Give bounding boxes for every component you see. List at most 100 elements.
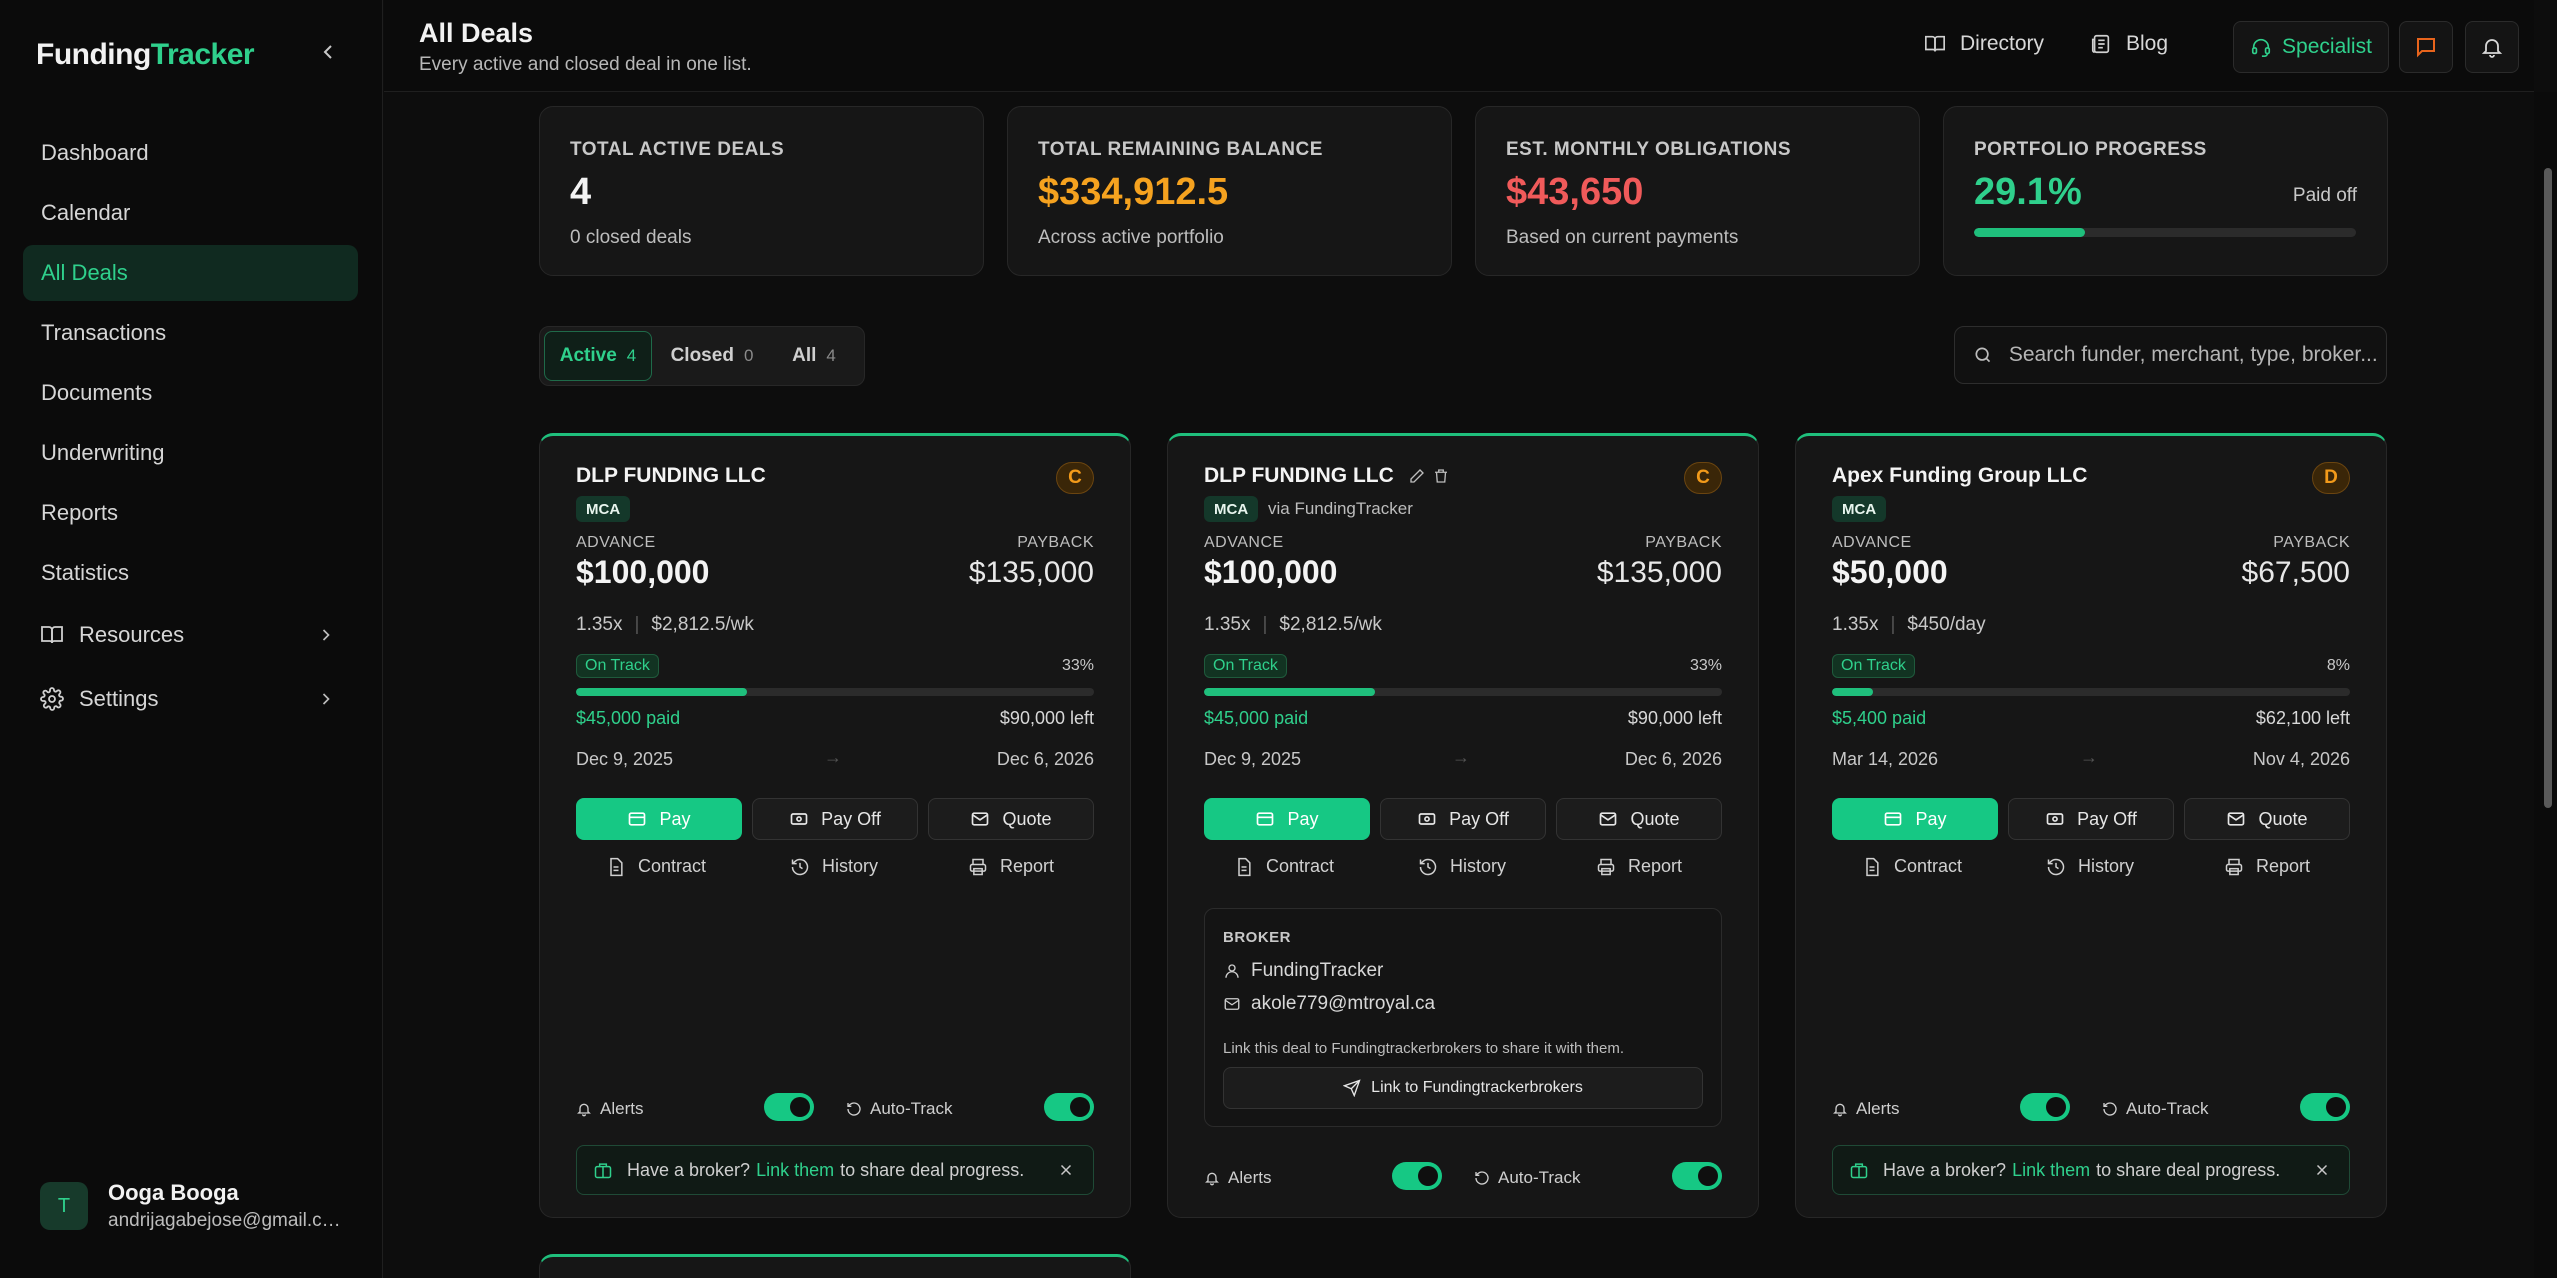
specialist-button[interactable]: Specialist [2233,21,2389,73]
history-link[interactable]: History [790,856,878,877]
progress-percent: 33% [1689,657,1722,674]
logo[interactable]: FundingTracker [36,38,255,72]
autotrack-toggle[interactable] [2300,1093,2350,1121]
pay-off-button[interactable]: Pay Off [2008,798,2174,840]
sidebar-item-label: All Deals [41,260,128,285]
quote-button[interactable]: Quote [2184,798,2350,840]
bell-icon [2481,39,2503,58]
report-link[interactable]: Report [968,856,1054,877]
divider: | [1262,614,1268,635]
tab-all[interactable]: All 4 [772,331,856,381]
sidebar-item-reports[interactable]: Reports [23,485,358,541]
tab-label: All [792,345,817,366]
portfolio-progress-bar [1974,228,2356,237]
deal-card[interactable]: DLP FUNDING LLC C MCA ADVANCE PAYBACK $1… [539,433,1131,1218]
contract-link[interactable]: Contract [1862,856,1962,877]
sidebar-item-dashboard[interactable]: Dashboard [23,125,358,181]
tab-count: 0 [743,346,754,365]
stat-value: $334,912.5 [1038,171,1229,213]
sidebar-item-documents[interactable]: Documents [23,365,358,421]
payment-amount: $2,812.5/wk [651,614,754,635]
broker-name-text: FundingTracker [1251,960,1384,981]
broker-tip-banner: Have a broker? Link them to share deal pro… [1832,1145,2350,1195]
link-broker-button[interactable]: Link to Fundingtrackerbrokers [1223,1067,1703,1109]
portfolio-progress-fill [1974,228,2086,237]
link-them-link[interactable]: Link them [756,1160,834,1181]
funder-name: Apex Funding Group LLC [1832,464,2087,488]
deal-progress-fill [1832,688,1874,696]
notifications-button[interactable] [2465,21,2519,73]
sidebar-item-transactions[interactable]: Transactions [23,305,358,361]
pay-button[interactable]: Pay [1204,798,1370,840]
broker-panel: BROKER FundingTracker akole779@mtroyal.c… [1204,908,1722,1127]
sidebar-item-settings[interactable]: Settings [23,669,358,729]
trash-icon[interactable] [1432,467,1450,485]
sidebar-item-label: Statistics [41,560,130,585]
paid-off-label: Paid off [2292,185,2357,206]
history-label: History [2078,856,2135,876]
tab-active[interactable]: Active 4 [544,331,652,381]
advance-label: ADVANCE [1204,534,1284,551]
report-link[interactable]: Report [2224,856,2310,877]
arrow-right-icon: → [2080,747,2098,767]
deal-terms: 1.35x | $2,812.5/wk [576,614,754,636]
search-box[interactable] [1954,326,2387,384]
pay-button[interactable]: Pay [1832,798,1998,840]
factor-rate: 1.35x [1204,614,1251,635]
scrollbar-thumb[interactable] [2544,168,2552,808]
autotrack-toggle[interactable] [1044,1093,1094,1121]
deal-progress-bar [576,688,1094,696]
chat-button[interactable] [2399,21,2453,73]
autotrack-toggle[interactable] [1672,1162,1722,1190]
deal-progress-bar [1204,688,1722,696]
pay-label: Pay [1915,808,1947,829]
link-them-link[interactable]: Link them [2012,1160,2090,1181]
alerts-toggle[interactable] [764,1093,814,1121]
directory-link[interactable]: Directory [1924,32,2044,56]
user-email: andrijagabejose@gmail.com [108,1210,348,1231]
sidebar-item-statistics[interactable]: Statistics [23,545,358,601]
alerts-toggle[interactable] [2020,1093,2070,1121]
report-link[interactable]: Report [1596,856,1682,877]
sidebar-item-underwriting[interactable]: Underwriting [23,425,358,481]
contract-link[interactable]: Contract [1234,856,1334,877]
pencil-icon[interactable] [1408,467,1426,485]
deal-card[interactable] [539,1254,1131,1278]
broker-tip-post: to share deal progress. [2096,1159,2281,1180]
history-link[interactable]: History [2046,856,2134,877]
briefcase-icon [1850,1163,1868,1179]
quote-button[interactable]: Quote [928,798,1094,840]
broker-tip-pre: Have a broker? [627,1159,751,1180]
deal-type-badge: MCA [1832,496,1887,522]
blog-link[interactable]: Blog [2090,32,2168,56]
pay-button[interactable]: Pay [576,798,742,840]
pay-off-button[interactable]: Pay Off [752,798,918,840]
bell-icon [1833,1103,1847,1117]
sidebar-item-label: Dashboard [41,140,149,165]
user-profile[interactable]: T Ooga Booga andrijagabejose@gmail.com [40,1180,348,1232]
remaining-amount: $62,100 left [2255,708,2350,728]
briefcase-icon [594,1163,612,1179]
search-input[interactable] [2008,343,2386,367]
tab-closed[interactable]: Closed 0 [656,331,768,381]
specialist-label: Specialist [2282,35,2372,58]
alerts-toggle[interactable] [1392,1162,1442,1190]
sidebar-item-all-deals[interactable]: All Deals [23,245,358,301]
collapse-sidebar-button[interactable] [314,40,342,68]
contract-link[interactable]: Contract [606,856,706,877]
sidebar-item-calendar[interactable]: Calendar [23,185,358,241]
close-icon[interactable] [1057,1161,1075,1179]
deal-card[interactable]: Apex Funding Group LLC D MCA ADVANCE PAY… [1795,433,2387,1218]
deal-card[interactable]: DLP FUNDING LLC C MCA via FundingTracker… [1167,433,1759,1218]
risk-grade-badge: C [1056,462,1094,494]
sidebar-item-resources[interactable]: Resources [23,605,358,665]
quote-button[interactable]: Quote [1556,798,1722,840]
deal-toggles: Alerts Auto-Track [1832,1093,2350,1125]
history-link[interactable]: History [1418,856,1506,877]
close-icon[interactable] [2313,1161,2331,1179]
pay-off-button[interactable]: Pay Off [1380,798,1546,840]
chevron-right-icon [322,629,330,641]
logo-text-primary: Funding [36,38,151,71]
remaining-amount: $90,000 left [999,708,1094,728]
stat-sub: Based on current payments [1506,227,1739,248]
